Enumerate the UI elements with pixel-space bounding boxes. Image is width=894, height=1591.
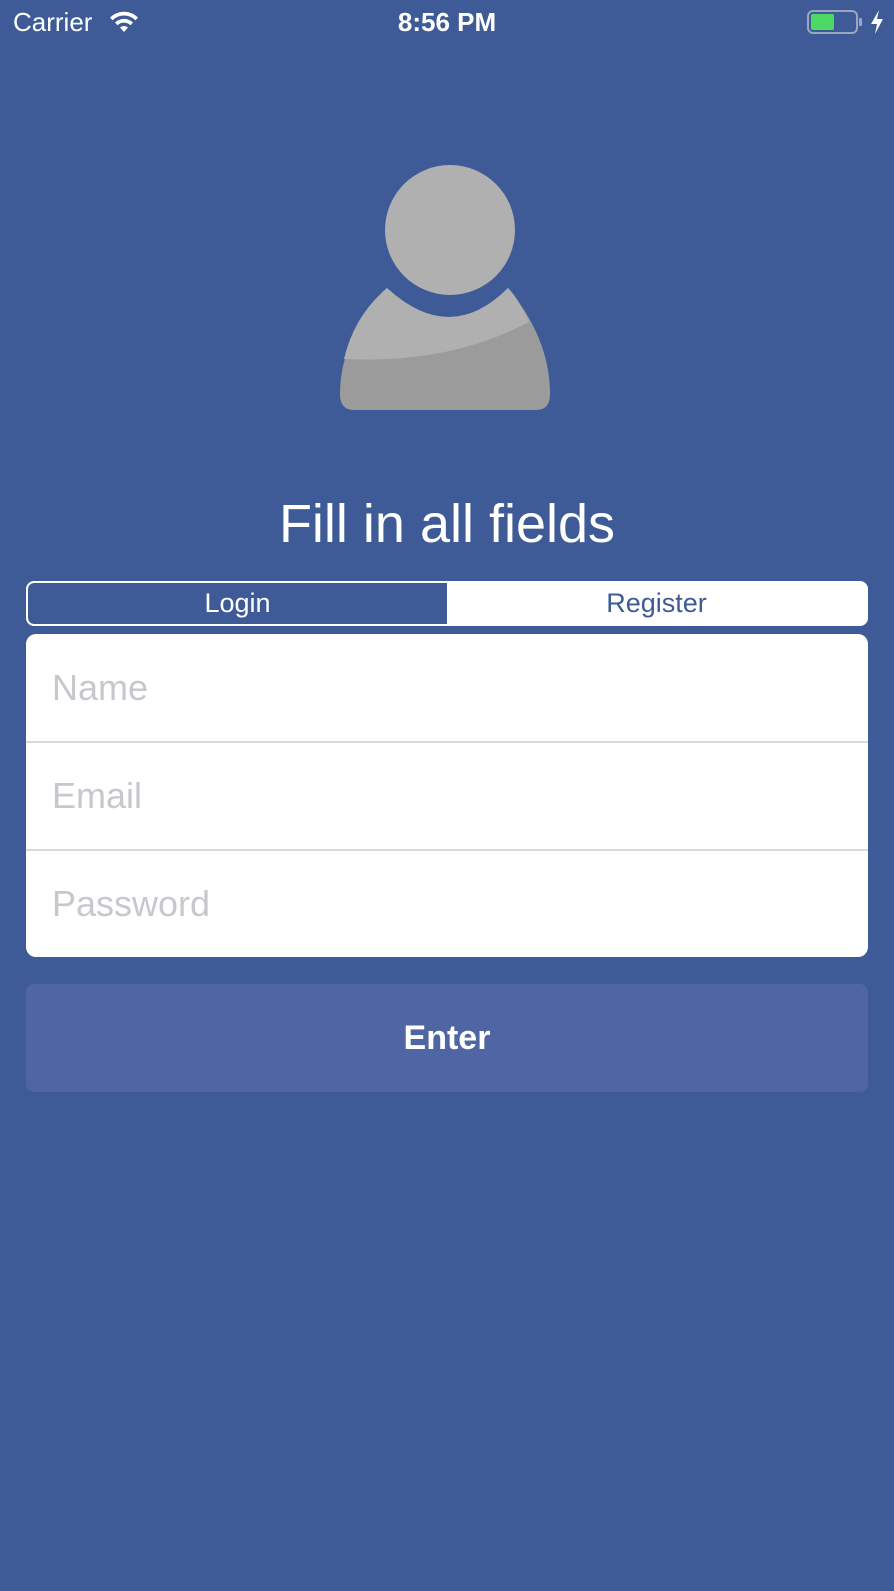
battery-icon (807, 10, 862, 34)
page-title: Fill in all fields (278, 494, 616, 554)
password-field[interactable] (26, 850, 868, 957)
clock-time: 8:56 PM (397, 7, 497, 37)
credentials-form (26, 634, 868, 957)
segment-register[interactable]: Register (447, 583, 866, 624)
enter-button[interactable]: Enter (26, 984, 868, 1092)
email-field[interactable] (26, 742, 868, 849)
person-placeholder-icon (340, 165, 550, 410)
segment-login[interactable]: Login (28, 583, 447, 624)
status-bar: Carrier 8:56 PM (0, 0, 894, 44)
name-field[interactable] (26, 634, 868, 741)
login-register-segmented-control: Login Register (26, 581, 868, 626)
login-screen: Carrier 8:56 PM Fill in all fields Login… (0, 0, 894, 1591)
charging-bolt-icon (871, 10, 883, 34)
